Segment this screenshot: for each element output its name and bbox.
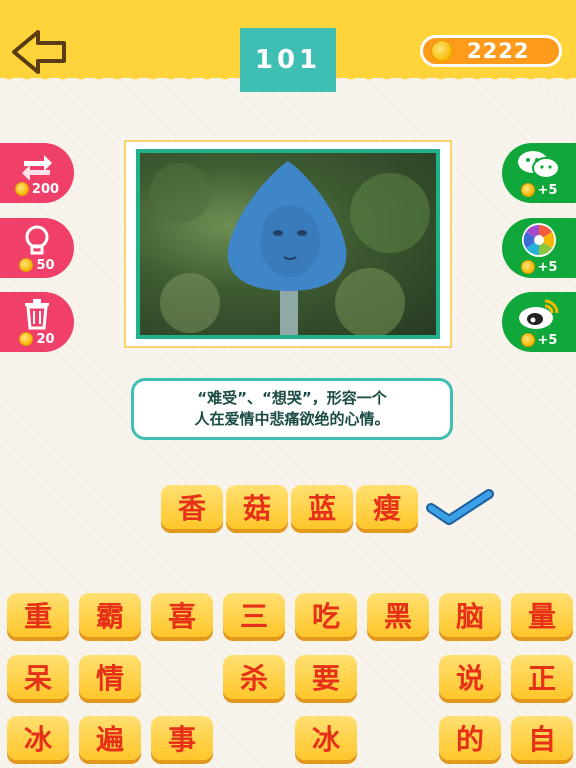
coin-icon	[19, 258, 34, 272]
refresh-button[interactable]: 200	[0, 143, 74, 203]
trash-can-icon	[25, 298, 49, 329]
choice-tile[interactable]: 重	[7, 593, 69, 637]
coin-icon	[19, 332, 34, 346]
clue-line-2: 人在爱情中悲痛欲绝的心情。	[194, 410, 390, 428]
weibo-reward-value: +5	[537, 332, 558, 348]
choice-tile[interactable]: 事	[151, 716, 213, 760]
camera-shutter-icon	[522, 222, 556, 257]
coin-count: 2222	[467, 39, 530, 63]
share-moments-button[interactable]: +5	[502, 218, 576, 278]
clue-line-1: “难受”、“想哭”，形容一个	[197, 389, 387, 407]
clue-text-box: “难受”、“想哭”，形容一个 人在爱情中悲痛欲绝的心情。	[131, 378, 453, 440]
arrow-left-icon	[12, 30, 66, 74]
choice-tile[interactable]: 喜	[151, 593, 213, 637]
coin-icon	[431, 40, 453, 62]
choice-tile[interactable]: 冰	[295, 716, 357, 760]
lightbulb-icon	[25, 225, 49, 254]
choice-tile[interactable]: 脑	[439, 593, 501, 637]
choice-tile[interactable]: 的	[439, 716, 501, 760]
hint-button[interactable]: 50	[0, 218, 74, 278]
choice-tile[interactable]: 正	[511, 655, 573, 699]
coin-balance: 2222	[420, 35, 562, 67]
moments-reward-value: +5	[537, 259, 558, 275]
refresh-cost: 200	[14, 181, 60, 197]
choice-tile[interactable]: 霸	[79, 593, 141, 637]
coin-icon	[520, 333, 535, 347]
level-number: 101	[240, 28, 336, 92]
back-button[interactable]	[10, 28, 70, 78]
weibo-icon	[519, 299, 559, 329]
blue-mushroom-face-image	[150, 161, 430, 335]
choice-tile[interactable]: 杀	[223, 655, 285, 699]
delete-button[interactable]: 20	[0, 292, 74, 352]
share-wechat-button[interactable]: +5	[502, 143, 576, 203]
choice-tile[interactable]: 情	[79, 655, 141, 699]
choice-tile[interactable]: 黑	[367, 593, 429, 637]
refresh-arrows-icon	[22, 154, 52, 180]
answer-slot[interactable]: 瘦	[356, 485, 418, 529]
delete-cost-value: 20	[36, 331, 55, 347]
share-weibo-button[interactable]: +5	[502, 292, 576, 352]
choice-tile[interactable]: 说	[439, 655, 501, 699]
choice-tile[interactable]: 要	[295, 655, 357, 699]
choice-tile[interactable]: 冰	[7, 716, 69, 760]
coin-icon	[14, 182, 29, 196]
answer-slot[interactable]: 蓝	[291, 485, 353, 529]
refresh-cost-value: 200	[31, 181, 60, 197]
wechat-icon	[518, 150, 560, 179]
choice-tile[interactable]: 遍	[79, 716, 141, 760]
choice-tile[interactable]: 自	[511, 716, 573, 760]
hint-cost: 50	[19, 257, 55, 273]
checkmark-icon	[426, 489, 494, 525]
choice-tile[interactable]: 吃	[295, 593, 357, 637]
choice-tile[interactable]: 呆	[7, 655, 69, 699]
hint-cost-value: 50	[36, 257, 55, 273]
answer-slot[interactable]: 菇	[226, 485, 288, 529]
weibo-reward: +5	[520, 332, 558, 348]
choice-tile[interactable]: 量	[511, 593, 573, 637]
coin-icon	[520, 260, 535, 274]
wechat-reward: +5	[520, 182, 558, 198]
answer-slot[interactable]: 香	[161, 485, 223, 529]
wechat-reward-value: +5	[537, 182, 558, 198]
puzzle-picture-frame	[124, 140, 452, 348]
delete-cost: 20	[19, 331, 55, 347]
moments-reward: +5	[520, 259, 558, 275]
coin-icon	[520, 183, 535, 197]
choice-tile[interactable]: 三	[223, 593, 285, 637]
puzzle-picture	[136, 149, 440, 339]
